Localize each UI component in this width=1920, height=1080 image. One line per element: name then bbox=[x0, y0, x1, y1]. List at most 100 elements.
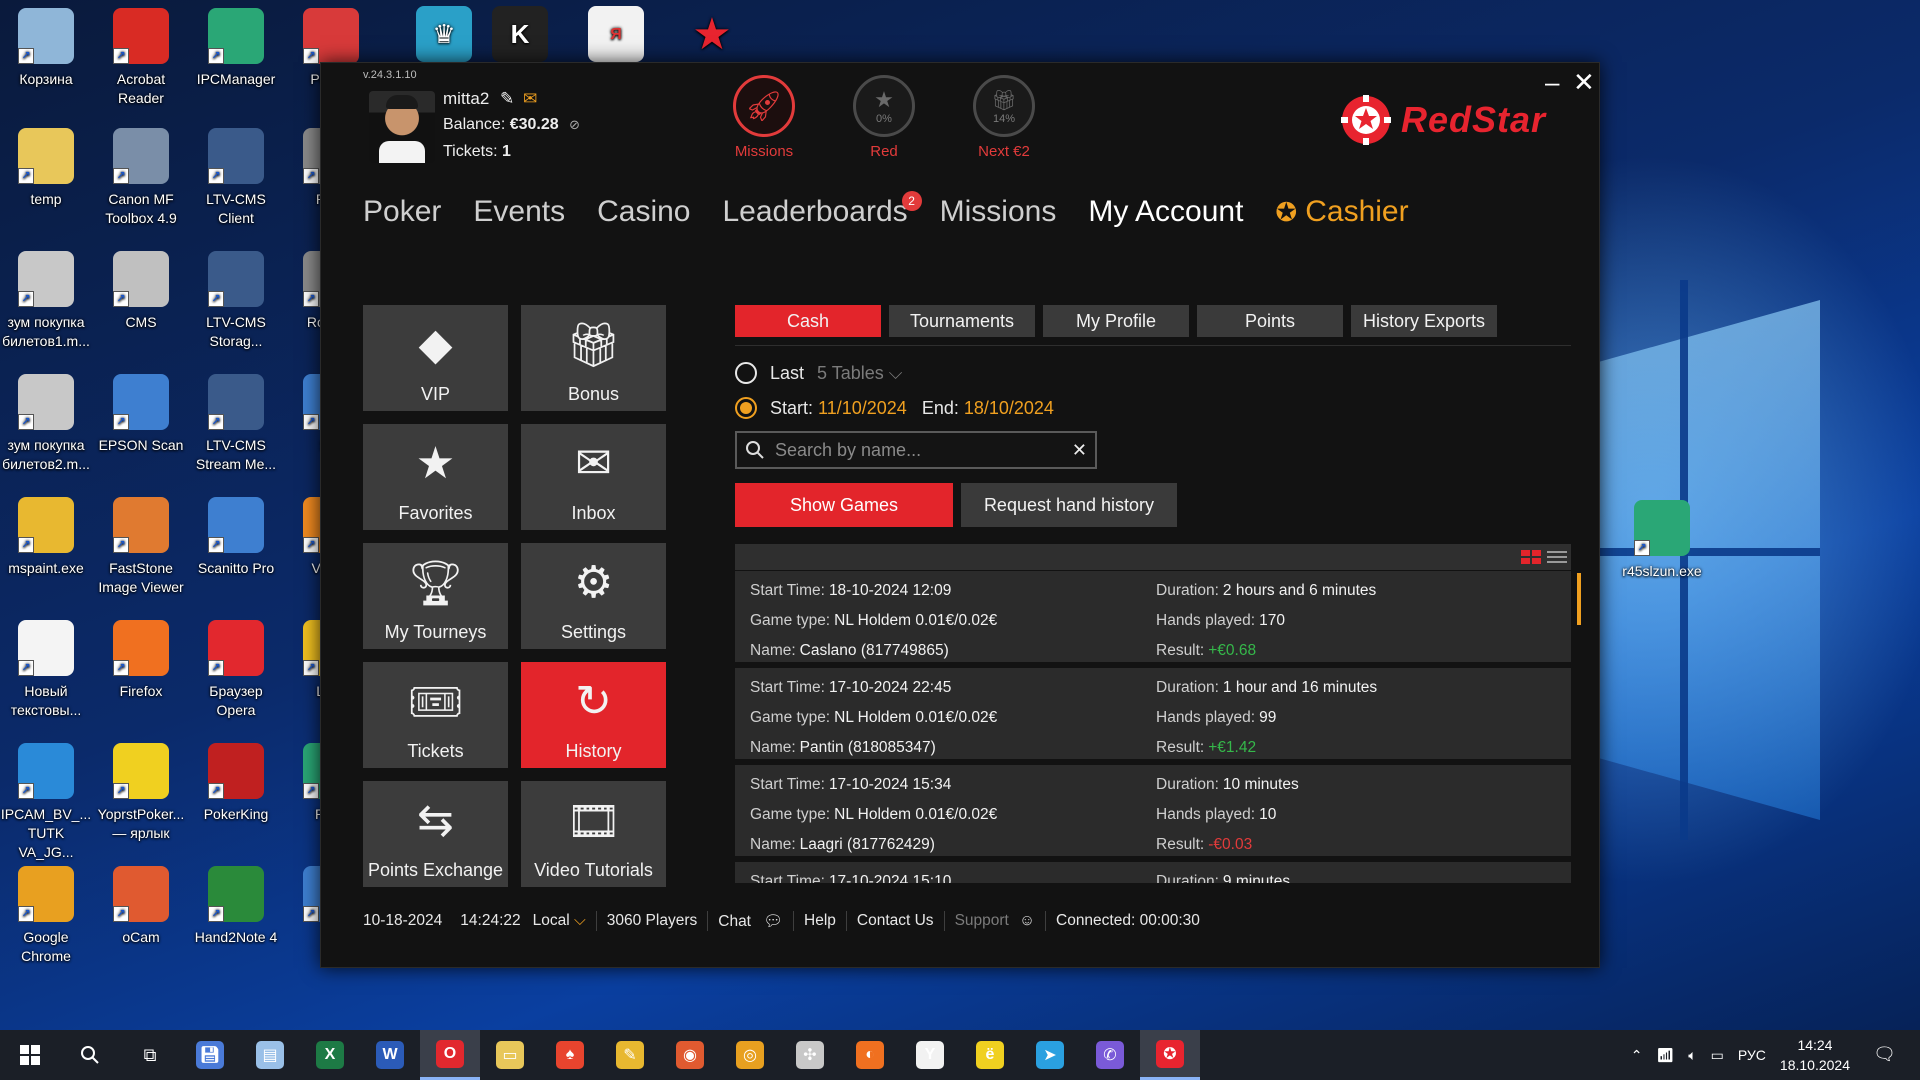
nav-my-account[interactable]: My Account bbox=[1088, 195, 1243, 229]
taskbar-app[interactable]: Y bbox=[900, 1030, 960, 1080]
taskbar-app[interactable]: ▭ bbox=[480, 1030, 540, 1080]
redstar-shortcut-icon[interactable]: ★ bbox=[666, 6, 758, 68]
taskbar-app[interactable]: ✆ bbox=[1080, 1030, 1140, 1080]
taskbar-app[interactable]: 💾︎ bbox=[180, 1030, 240, 1080]
start-date-field[interactable]: 11/10/2024 bbox=[818, 398, 907, 418]
taskbar-app[interactable]: ▤ bbox=[240, 1030, 300, 1080]
volume-icon[interactable]: 🔈︎ bbox=[1688, 1047, 1696, 1064]
desktop-shortcut[interactable]: ↗ r45slzun.exe bbox=[1616, 500, 1708, 581]
timezone-select[interactable]: Local ⌵ bbox=[533, 912, 586, 930]
network-icon[interactable]: 📶︎ bbox=[1656, 1047, 1674, 1064]
tile-bonus[interactable]: 🎁︎ Bonus bbox=[521, 305, 666, 411]
tile-my-tourneys[interactable]: 🏆︎ My Tourneys bbox=[363, 543, 508, 649]
nav-casino[interactable]: Casino bbox=[597, 195, 690, 229]
tile-vip[interactable]: ◆ VIP bbox=[363, 305, 508, 411]
nav-leaderboards[interactable]: Leaderboards 2 bbox=[722, 191, 922, 229]
tab-cash[interactable]: Cash bbox=[735, 305, 881, 337]
game-row[interactable]: Start Time: 17-10-2024 22:45 Duration: 1 ho… bbox=[735, 668, 1571, 759]
clear-search-icon[interactable]: ✕ bbox=[1072, 440, 1087, 461]
request-hand-history-button[interactable]: Request hand history bbox=[961, 483, 1177, 527]
hide-balance-icon[interactable]: ⊘ bbox=[569, 117, 580, 132]
game-row[interactable]: Start Time: 18-10-2024 12:09 Duration: 2 ho… bbox=[735, 571, 1571, 662]
desktop-shortcut[interactable]: ↗ Браузер Opera bbox=[190, 620, 282, 720]
desktop-shortcut[interactable]: ↗ Acrobat Reader bbox=[95, 8, 187, 108]
nav-cashier[interactable]: ✪ Cashier bbox=[1275, 195, 1408, 229]
desktop-shortcut[interactable]: ↗ зум покупка билетов2.m... bbox=[0, 374, 92, 474]
taskbar-app[interactable]: ё bbox=[960, 1030, 1020, 1080]
start-button[interactable] bbox=[0, 1030, 60, 1080]
desktop-shortcut[interactable]: ↗ LTV-CMS Stream Me... bbox=[190, 374, 282, 474]
chevron-up-icon[interactable]: ⌃ bbox=[1631, 1047, 1643, 1064]
desktop-shortcut[interactable]: ↗ Google Chrome bbox=[0, 866, 92, 966]
clock[interactable]: 14:24 18.10.2024 bbox=[1780, 1035, 1850, 1075]
taskbar-app[interactable]: ➤ bbox=[1020, 1030, 1080, 1080]
desktop-shortcut[interactable]: ↗ oCam bbox=[95, 866, 187, 947]
desktop-shortcut[interactable]: ↗ EPSON Scan bbox=[95, 374, 187, 455]
taskbar-app[interactable]: ✎ bbox=[600, 1030, 660, 1080]
game-row[interactable]: Start Time: 17-10-2024 15:10 Duration: 9 mi… bbox=[735, 862, 1571, 883]
tile-inbox[interactable]: ✉ Inbox bbox=[521, 424, 666, 530]
taskbar-app[interactable]: O bbox=[420, 1030, 480, 1080]
desktop-shortcut[interactable]: ↗ PokerKing bbox=[190, 743, 282, 824]
desktop-shortcut[interactable]: ↗ Firefox bbox=[95, 620, 187, 701]
nav-events[interactable]: Events bbox=[473, 195, 565, 229]
tab-history-exports[interactable]: History Exports bbox=[1351, 305, 1497, 337]
grid-view-icon[interactable] bbox=[1521, 550, 1543, 566]
list-view-icon[interactable] bbox=[1547, 550, 1569, 566]
envelope-icon[interactable]: ✉ bbox=[523, 89, 537, 108]
tile-points-exchange[interactable]: ⇆ Points Exchange bbox=[363, 781, 508, 887]
desktop-shortcut[interactable]: ↗ CMS bbox=[95, 251, 187, 332]
search-button[interactable] bbox=[60, 1030, 120, 1080]
tab-tournaments[interactable]: Tournaments bbox=[889, 305, 1035, 337]
tile-history[interactable]: ↻ History bbox=[521, 662, 666, 768]
desktop-shortcut[interactable]: ↗ зум покупка билетов1.m... bbox=[0, 251, 92, 351]
desktop-shortcut[interactable]: ↗ temp bbox=[0, 128, 92, 209]
end-date-field[interactable]: 18/10/2024 bbox=[964, 398, 1054, 418]
chat-link[interactable]: Chat 💬︎ bbox=[718, 912, 783, 931]
edit-pencil-icon[interactable]: ✎ bbox=[500, 89, 514, 108]
search-input[interactable] bbox=[775, 439, 1072, 461]
tile-settings[interactable]: ⚙ Settings bbox=[521, 543, 666, 649]
desktop-shortcut[interactable]: ↗ IPCAM_BV_... TUTK VA_JG... bbox=[0, 743, 92, 862]
minimize-button[interactable]: – bbox=[1545, 67, 1559, 98]
desktop-shortcut[interactable]: ↗ IPCManager bbox=[190, 8, 282, 89]
desktop-shortcut[interactable]: ↗ Canon MF Toolbox 4.9 bbox=[95, 128, 187, 228]
yandex-doc-icon[interactable]: Я bbox=[570, 6, 662, 68]
taskbar-app[interactable]: X bbox=[300, 1030, 360, 1080]
avatar[interactable] bbox=[369, 91, 435, 163]
last-tables-select[interactable]: 5 Tables ⌵ bbox=[817, 363, 902, 383]
taskbar-app[interactable]: ◉ bbox=[660, 1030, 720, 1080]
desktop-shortcut[interactable]: ↗ YoprstPoker... — ярлык bbox=[95, 743, 187, 843]
desktop-shortcut[interactable]: ↗ FastStone Image Viewer bbox=[95, 497, 187, 597]
k-app-icon[interactable]: K bbox=[474, 6, 566, 68]
tab-my-profile[interactable]: My Profile bbox=[1043, 305, 1189, 337]
date-range-radio[interactable] bbox=[735, 397, 757, 419]
close-button[interactable]: ✕ bbox=[1573, 67, 1595, 98]
support-link[interactable]: Support ☺ bbox=[955, 912, 1035, 930]
desktop-shortcut[interactable]: ↗ LTV-CMS Storag... bbox=[190, 251, 282, 351]
next-bonus-badge[interactable]: 🎁︎ 14% bbox=[973, 75, 1035, 137]
desktop-shortcut[interactable]: ↗ mspaint.exe bbox=[0, 497, 92, 578]
tile-favorites[interactable]: ★ Favorites bbox=[363, 424, 508, 530]
notifications-icon[interactable]: 🗨︎ bbox=[1873, 1044, 1896, 1065]
scrollbar-thumb[interactable] bbox=[1577, 573, 1581, 625]
desktop-shortcut[interactable]: ↗ LTV-CMS Client bbox=[190, 128, 282, 228]
battery-icon[interactable]: ▭ bbox=[1711, 1047, 1724, 1064]
last-radio[interactable] bbox=[735, 362, 757, 384]
tile-tickets[interactable]: 🎟︎ Tickets bbox=[363, 662, 508, 768]
nav-poker[interactable]: Poker bbox=[363, 195, 441, 229]
desktop-shortcut[interactable]: ↗ Scanitto Pro bbox=[190, 497, 282, 578]
taskbar-app[interactable]: ✪ bbox=[1140, 1030, 1200, 1080]
help-link[interactable]: Help bbox=[804, 912, 836, 930]
taskbar-app[interactable]: W bbox=[360, 1030, 420, 1080]
desktop-shortcut[interactable]: ↗ Hand2Note 4 bbox=[190, 866, 282, 947]
tab-points[interactable]: Points bbox=[1197, 305, 1343, 337]
taskbar-app[interactable]: ♠ bbox=[540, 1030, 600, 1080]
taskbar-app[interactable]: ✣ bbox=[780, 1030, 840, 1080]
desktop-shortcut[interactable]: ↗ Новый текстовы... bbox=[0, 620, 92, 720]
desktop-shortcut[interactable]: ↗ Корзина bbox=[0, 8, 92, 89]
tile-video-tutorials[interactable]: 🎞︎ Video Tutorials bbox=[521, 781, 666, 887]
contact-us-link[interactable]: Contact Us bbox=[857, 912, 934, 930]
taskbar-app[interactable]: ◐ bbox=[840, 1030, 900, 1080]
language-indicator[interactable]: РУС bbox=[1738, 1047, 1766, 1063]
